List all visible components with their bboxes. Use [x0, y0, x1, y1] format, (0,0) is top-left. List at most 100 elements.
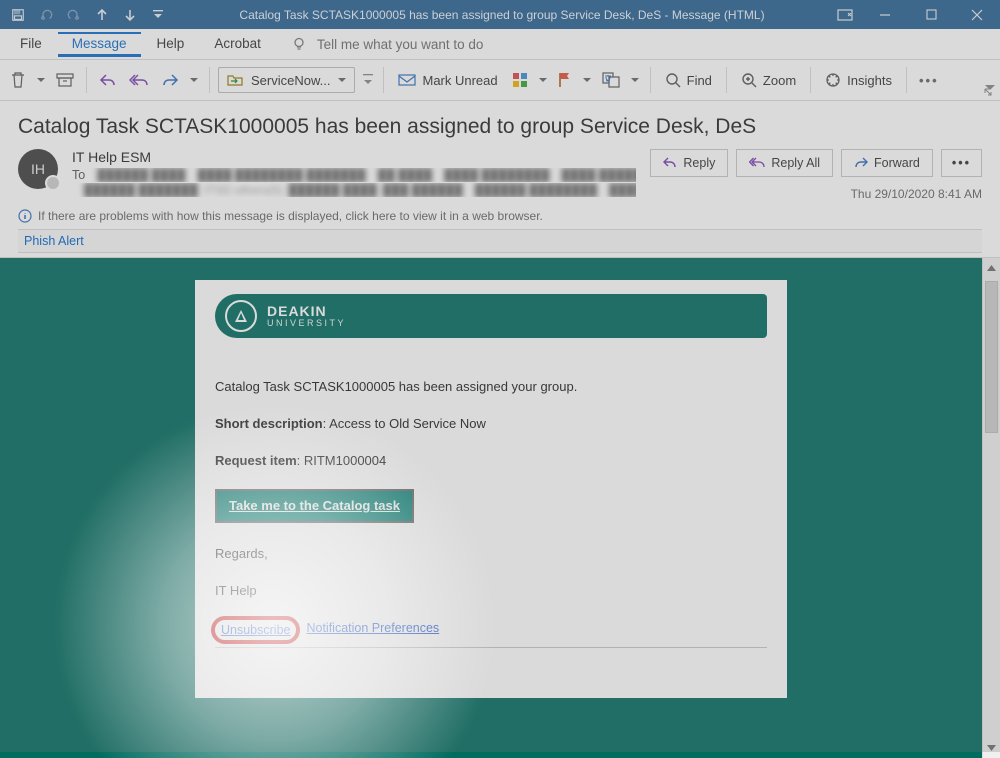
tell-me-label: Tell me what you want to do: [317, 37, 484, 52]
translate-button[interactable]: [598, 66, 624, 94]
trash-icon: [10, 71, 26, 89]
delete-button[interactable]: [6, 66, 30, 94]
maximize-button[interactable]: [908, 0, 954, 29]
quick-steps-more[interactable]: [361, 73, 375, 87]
more-actions-button[interactable]: •••: [941, 149, 982, 177]
presence-indicator: [45, 175, 61, 191]
window-title: Catalog Task SCTASK1000005 has been assi…: [176, 8, 828, 22]
to-label: To: [72, 168, 85, 182]
email-outer-banner: DEAKIN UNIVERSITY Catalog Task SCTASK100…: [0, 258, 982, 758]
footer-links: Unsubscribe Notification Preferences: [215, 619, 767, 648]
notification-preferences-link[interactable]: Notification Preferences: [306, 619, 439, 641]
sender-avatar[interactable]: IH: [18, 149, 58, 189]
find-label: Find: [687, 73, 712, 88]
reply-icon: [99, 73, 117, 87]
forward-ribbon-button[interactable]: [157, 66, 183, 94]
message-body-container: DEAKIN UNIVERSITY Catalog Task SCTASK100…: [0, 257, 1000, 758]
unsubscribe-highlight: Unsubscribe: [211, 616, 300, 644]
find-button[interactable]: Find: [659, 66, 718, 94]
zoom-icon: [741, 72, 757, 88]
ribbon-display-options-icon[interactable]: [828, 0, 862, 29]
brand-name: DEAKIN: [267, 304, 346, 318]
take-me-to-task-button[interactable]: Take me to the Catalog task: [215, 489, 414, 524]
sender-name[interactable]: IT Help ESM: [72, 149, 636, 165]
follow-up-dropdown[interactable]: [580, 78, 594, 83]
vertical-scrollbar[interactable]: [982, 258, 1000, 758]
deakin-logo-icon: [225, 300, 257, 332]
forward-icon: [854, 157, 868, 169]
tell-me-search[interactable]: Tell me what you want to do: [291, 36, 484, 52]
archive-icon: [56, 72, 74, 88]
categorize-icon: [512, 72, 528, 88]
email-body: Catalog Task SCTASK1000005 has been assi…: [195, 344, 787, 666]
undo-icon: [34, 3, 58, 27]
reply-all-label: Reply All: [771, 156, 820, 170]
categorize-button[interactable]: [508, 66, 532, 94]
window-controls: [828, 0, 1000, 29]
scroll-up-arrow[interactable]: [987, 261, 996, 275]
tab-message[interactable]: Message: [58, 32, 141, 57]
message-subject: Catalog Task SCTASK1000005 has been assi…: [18, 115, 982, 139]
title-bar: Catalog Task SCTASK1000005 has been assi…: [0, 0, 1000, 29]
zoom-button[interactable]: Zoom: [735, 66, 802, 94]
insights-label: Insights: [847, 73, 892, 88]
translate-dropdown[interactable]: [628, 78, 642, 83]
message-body-scroll[interactable]: DEAKIN UNIVERSITY Catalog Task SCTASK100…: [0, 258, 982, 758]
folder-move-icon: [227, 73, 243, 87]
reply-ribbon-button[interactable]: [95, 66, 121, 94]
reply-all-ribbon-button[interactable]: [125, 66, 153, 94]
save-icon[interactable]: [6, 3, 30, 27]
body-signature: IT Help: [215, 582, 767, 601]
next-item-icon[interactable]: [118, 3, 142, 27]
tab-file[interactable]: File: [6, 32, 56, 57]
scroll-thumb[interactable]: [985, 281, 998, 433]
info-text: If there are problems with how this mess…: [38, 209, 543, 223]
customize-qat-icon[interactable]: [146, 3, 170, 27]
chevron-down-icon: [338, 78, 346, 83]
reply-button[interactable]: Reply: [650, 149, 728, 177]
phish-alert-bar[interactable]: Phish Alert: [18, 229, 982, 253]
scroll-track[interactable]: [983, 275, 1000, 741]
collapse-ribbon-icon[interactable]: [984, 82, 996, 92]
tab-acrobat[interactable]: Acrobat: [200, 32, 275, 57]
tab-help[interactable]: Help: [143, 32, 199, 57]
categorize-dropdown[interactable]: [536, 78, 550, 83]
avatar-initials: IH: [31, 161, 45, 177]
body-short-description: Short description: Access to Old Service…: [215, 415, 767, 434]
message-date: Thu 29/10/2020 8:41 AM: [851, 187, 982, 201]
brand-subtitle: UNIVERSITY: [267, 318, 346, 328]
ribbon: ServiceNow... Mark Unread Find Zoom Insi…: [0, 60, 1000, 101]
forward-button[interactable]: Forward: [841, 149, 933, 177]
zoom-label: Zoom: [763, 73, 796, 88]
respond-more-dropdown[interactable]: [187, 78, 201, 83]
info-icon: [18, 209, 32, 223]
reply-all-button[interactable]: Reply All: [736, 149, 833, 177]
quick-step-label: ServiceNow...: [251, 73, 330, 88]
mark-unread-button[interactable]: Mark Unread: [392, 66, 503, 94]
recipients-line-2[interactable]: ██████ ███████ ITSD others(5) ██████ ███…: [72, 183, 636, 197]
insights-button[interactable]: Insights: [819, 66, 898, 94]
archive-button[interactable]: [52, 66, 78, 94]
ellipsis-icon: •••: [952, 156, 971, 170]
envelope-icon: [398, 73, 416, 87]
forward-arrow-icon: [161, 73, 179, 87]
unsubscribe-link[interactable]: Unsubscribe: [221, 623, 290, 637]
view-in-browser-infobar[interactable]: If there are problems with how this mess…: [18, 209, 982, 223]
flag-icon: [558, 72, 572, 88]
body-regards: Regards,: [215, 545, 767, 564]
scroll-down-arrow[interactable]: [987, 741, 996, 755]
reply-all-icon: [129, 73, 149, 87]
reply-all-icon: [749, 157, 765, 169]
translate-icon: [602, 72, 620, 88]
close-button[interactable]: [954, 0, 1000, 29]
ribbon-tabs: File Message Help Acrobat Tell me what y…: [0, 29, 1000, 60]
minimize-button[interactable]: [862, 0, 908, 29]
quick-access-toolbar: [0, 3, 176, 27]
follow-up-button[interactable]: [554, 66, 576, 94]
quick-step-servicenow[interactable]: ServiceNow...: [218, 67, 355, 93]
response-actions: Reply Reply All Forward •••: [650, 149, 982, 177]
previous-item-icon[interactable]: [90, 3, 114, 27]
delete-dropdown[interactable]: [34, 78, 48, 83]
ribbon-overflow[interactable]: •••: [915, 66, 943, 94]
recipients-line[interactable]: To ██████ ████ ████ ████████ ███████ ██ …: [72, 168, 636, 182]
